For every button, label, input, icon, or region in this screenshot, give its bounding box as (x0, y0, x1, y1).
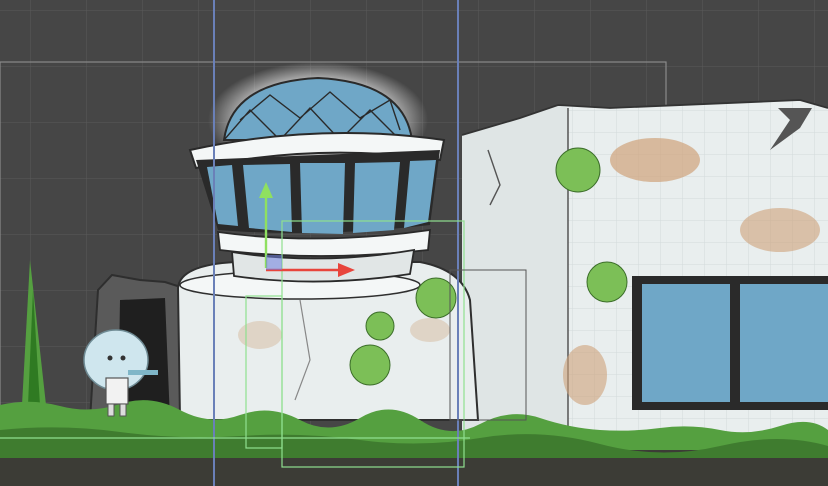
gizmo-center-handle[interactable] (266, 255, 282, 270)
observatory-dome[interactable] (188, 62, 446, 283)
scene-view[interactable] (0, 0, 828, 486)
scene-canvas[interactable] (0, 0, 828, 486)
tower-base[interactable] (176, 261, 480, 421)
